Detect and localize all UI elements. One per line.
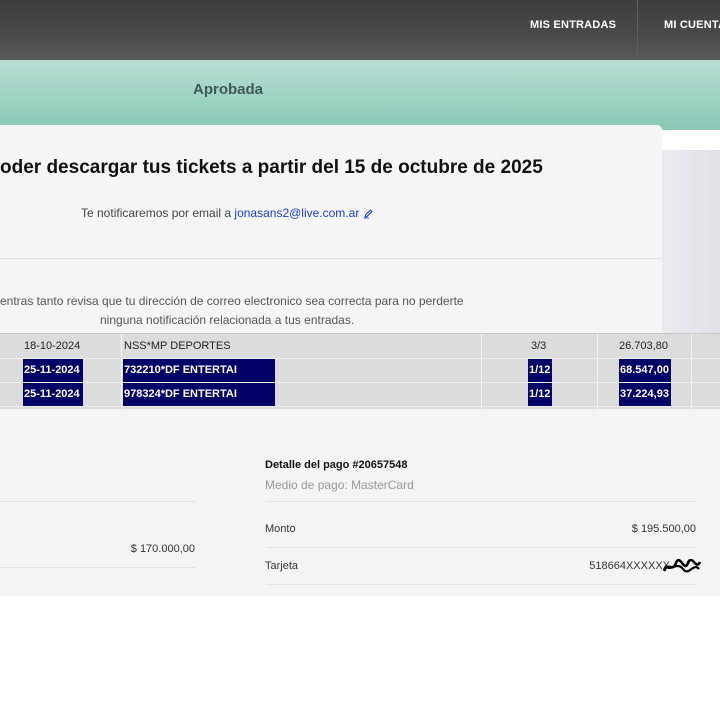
page-title: oder descargar tus tickets a partir del … <box>0 157 543 178</box>
left-amount: $ 170.000,00 <box>130 543 195 555</box>
status-banner <box>0 60 720 130</box>
email-notice: Te notificaremos por email a jonasans2@l… <box>81 206 374 222</box>
transactions-table: 18-10-2024 NSS*MP DEPORTES 3/3 26.703,80… <box>0 333 720 410</box>
row-date: 18-10-2024 <box>24 340 81 352</box>
divider <box>0 567 196 568</box>
divider <box>265 547 696 548</box>
status-text: Aprobada <box>193 81 264 98</box>
table-row: 25-11-2024 978324*DF ENTERTAI 1/12 37.22… <box>0 383 720 407</box>
notice-line-2: ninguna notificación relacionada a tus e… <box>100 313 355 327</box>
divider <box>0 258 662 259</box>
row-installments: 1/12 <box>528 383 552 406</box>
row-description: NSS*MP DEPORTES <box>124 340 231 352</box>
nav-separator <box>637 0 638 60</box>
row-amount: 68.547,00 <box>619 359 671 382</box>
divider <box>265 584 696 585</box>
divider <box>265 501 696 502</box>
row-amount: 37.224,93 <box>619 383 671 406</box>
nav-mis-entradas[interactable]: MIS ENTRADAS <box>530 0 616 50</box>
top-navigation: MIS ENTRADAS MI CUENTA <box>0 0 720 60</box>
email-link[interactable]: jonasans2@live.com.ar <box>234 206 359 220</box>
card-number: 518664XXXXXX <box>589 560 670 572</box>
notice-line-1: entras tanto revisa que tu dirección de … <box>0 294 464 308</box>
row-description: 732210*DF ENTERTAI <box>123 359 275 382</box>
nav-mi-cuenta[interactable]: MI CUENTA <box>664 0 720 50</box>
payment-method: Medio de pago: MasterCard <box>265 478 414 492</box>
edit-icon[interactable] <box>363 208 374 222</box>
row-description: 978324*DF ENTERTAI <box>123 383 275 406</box>
divider <box>0 501 196 502</box>
amount-label: Monto <box>265 523 296 535</box>
row-date: 25-11-2024 <box>23 383 83 406</box>
row-installments: 3/3 <box>531 340 547 352</box>
row-installments: 1/12 <box>528 359 552 382</box>
amount-value: $ 195.500,00 <box>631 523 696 535</box>
redaction-scribble <box>662 558 702 580</box>
card-label: Tarjeta <box>265 560 299 572</box>
table-row: 18-10-2024 NSS*MP DEPORTES 3/3 26.703,80 <box>0 335 720 359</box>
payment-title: Detalle del pago #20657548 <box>265 459 408 471</box>
email-notice-text: Te notificaremos por email a <box>81 206 235 220</box>
table-row: 25-11-2024 732210*DF ENTERTAI 1/12 68.54… <box>0 359 720 383</box>
row-amount: 26.703,80 <box>619 340 668 352</box>
row-date: 25-11-2024 <box>23 359 83 382</box>
